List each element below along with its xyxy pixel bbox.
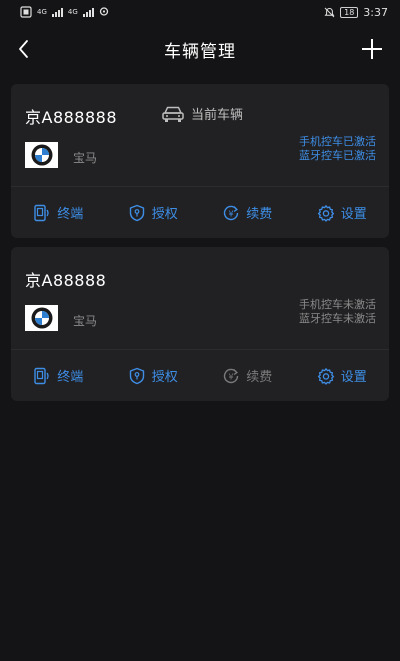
current-vehicle-label: 当前车辆 bbox=[191, 108, 244, 123]
shield-key-icon bbox=[129, 204, 144, 221]
vehicle-card[interactable]: 京A888888 当前车辆 宝马 手机控车已激活 蓝牙控车已激活 终端 授权 ¥… bbox=[11, 84, 389, 238]
bmw-logo-icon bbox=[31, 307, 52, 329]
authorize-button[interactable]: 授权 bbox=[106, 187, 201, 238]
settings-label: 设置 bbox=[340, 207, 367, 222]
page-title: 车辆管理 bbox=[164, 41, 236, 62]
terminal-label: 终端 bbox=[57, 370, 84, 385]
action-bar: 终端 授权 ¥ 续费 设置 bbox=[11, 350, 389, 401]
terminal-label: 终端 bbox=[57, 207, 84, 222]
mute-bell-icon bbox=[324, 7, 335, 17]
action-bar: 终端 授权 ¥ 续费 设置 bbox=[11, 187, 389, 238]
gear-icon bbox=[317, 367, 334, 385]
renew-yen-icon: ¥ bbox=[224, 205, 239, 220]
settings-button[interactable]: 设置 bbox=[295, 187, 390, 238]
signal-strength-icon-2 bbox=[82, 7, 94, 17]
phone-control-status: 手机控车已激活 bbox=[299, 135, 376, 148]
status-bar: 4G 4G 18 3:37 bbox=[0, 0, 400, 24]
brand-logo bbox=[25, 305, 58, 331]
license-plate: 京A888888 bbox=[25, 108, 118, 127]
terminal-button[interactable]: 终端 bbox=[11, 350, 106, 401]
navigation-bar: 车辆管理 bbox=[0, 26, 400, 72]
renew-button[interactable]: ¥ 续费 bbox=[200, 187, 295, 238]
terminal-device-icon bbox=[34, 204, 49, 221]
status-time: 3:37 bbox=[363, 5, 388, 19]
authorize-label: 授权 bbox=[151, 207, 178, 222]
brand-logo bbox=[25, 142, 58, 168]
vehicle-card[interactable]: 京A88888 宝马 手机控车未激活 蓝牙控车未激活 终端 授权 ¥ 续费 设置 bbox=[11, 247, 389, 401]
phone-control-status: 手机控车未激活 bbox=[299, 298, 376, 311]
bmw-logo-icon bbox=[31, 144, 52, 166]
car-icon bbox=[162, 106, 184, 122]
authorize-button[interactable]: 授权 bbox=[106, 350, 201, 401]
settings-button[interactable]: 设置 bbox=[295, 350, 390, 401]
add-vehicle-button[interactable] bbox=[360, 37, 384, 61]
sim-icon bbox=[20, 6, 32, 18]
renew-label: 续费 bbox=[246, 370, 273, 385]
svg-text:¥: ¥ bbox=[229, 372, 234, 381]
settings-label: 设置 bbox=[340, 370, 367, 385]
terminal-button[interactable]: 终端 bbox=[11, 187, 106, 238]
current-vehicle-indicator: 当前车辆 bbox=[161, 104, 243, 123]
brand-name: 宝马 bbox=[73, 314, 98, 328]
license-plate: 京A88888 bbox=[25, 271, 107, 290]
signal-strength-icon bbox=[51, 7, 63, 17]
status-bar-left: 4G 4G bbox=[20, 6, 109, 18]
back-button[interactable] bbox=[14, 36, 36, 62]
control-status: 手机控车未激活 蓝牙控车未激活 bbox=[299, 298, 376, 326]
brand-name: 宝马 bbox=[73, 151, 98, 165]
svg-text:¥: ¥ bbox=[229, 209, 234, 218]
terminal-device-icon bbox=[34, 367, 49, 384]
network-type-2: 4G bbox=[67, 7, 78, 16]
bluetooth-control-status: 蓝牙控车已激活 bbox=[299, 149, 376, 162]
control-status: 手机控车已激活 蓝牙控车已激活 bbox=[299, 135, 376, 163]
location-icon bbox=[99, 6, 108, 16]
chevron-left-icon bbox=[19, 40, 28, 58]
shield-key-icon bbox=[129, 367, 144, 384]
battery-indicator: 18 bbox=[340, 6, 359, 18]
gear-icon bbox=[317, 204, 334, 222]
bluetooth-control-status: 蓝牙控车未激活 bbox=[299, 312, 376, 325]
network-type-1: 4G bbox=[37, 7, 47, 16]
renew-button[interactable]: ¥ 续费 bbox=[200, 350, 295, 401]
renew-yen-icon: ¥ bbox=[224, 368, 239, 383]
status-bar-right: 18 3:37 bbox=[324, 6, 388, 19]
authorize-label: 授权 bbox=[151, 370, 178, 385]
plus-icon bbox=[362, 39, 382, 59]
renew-label: 续费 bbox=[246, 207, 273, 222]
